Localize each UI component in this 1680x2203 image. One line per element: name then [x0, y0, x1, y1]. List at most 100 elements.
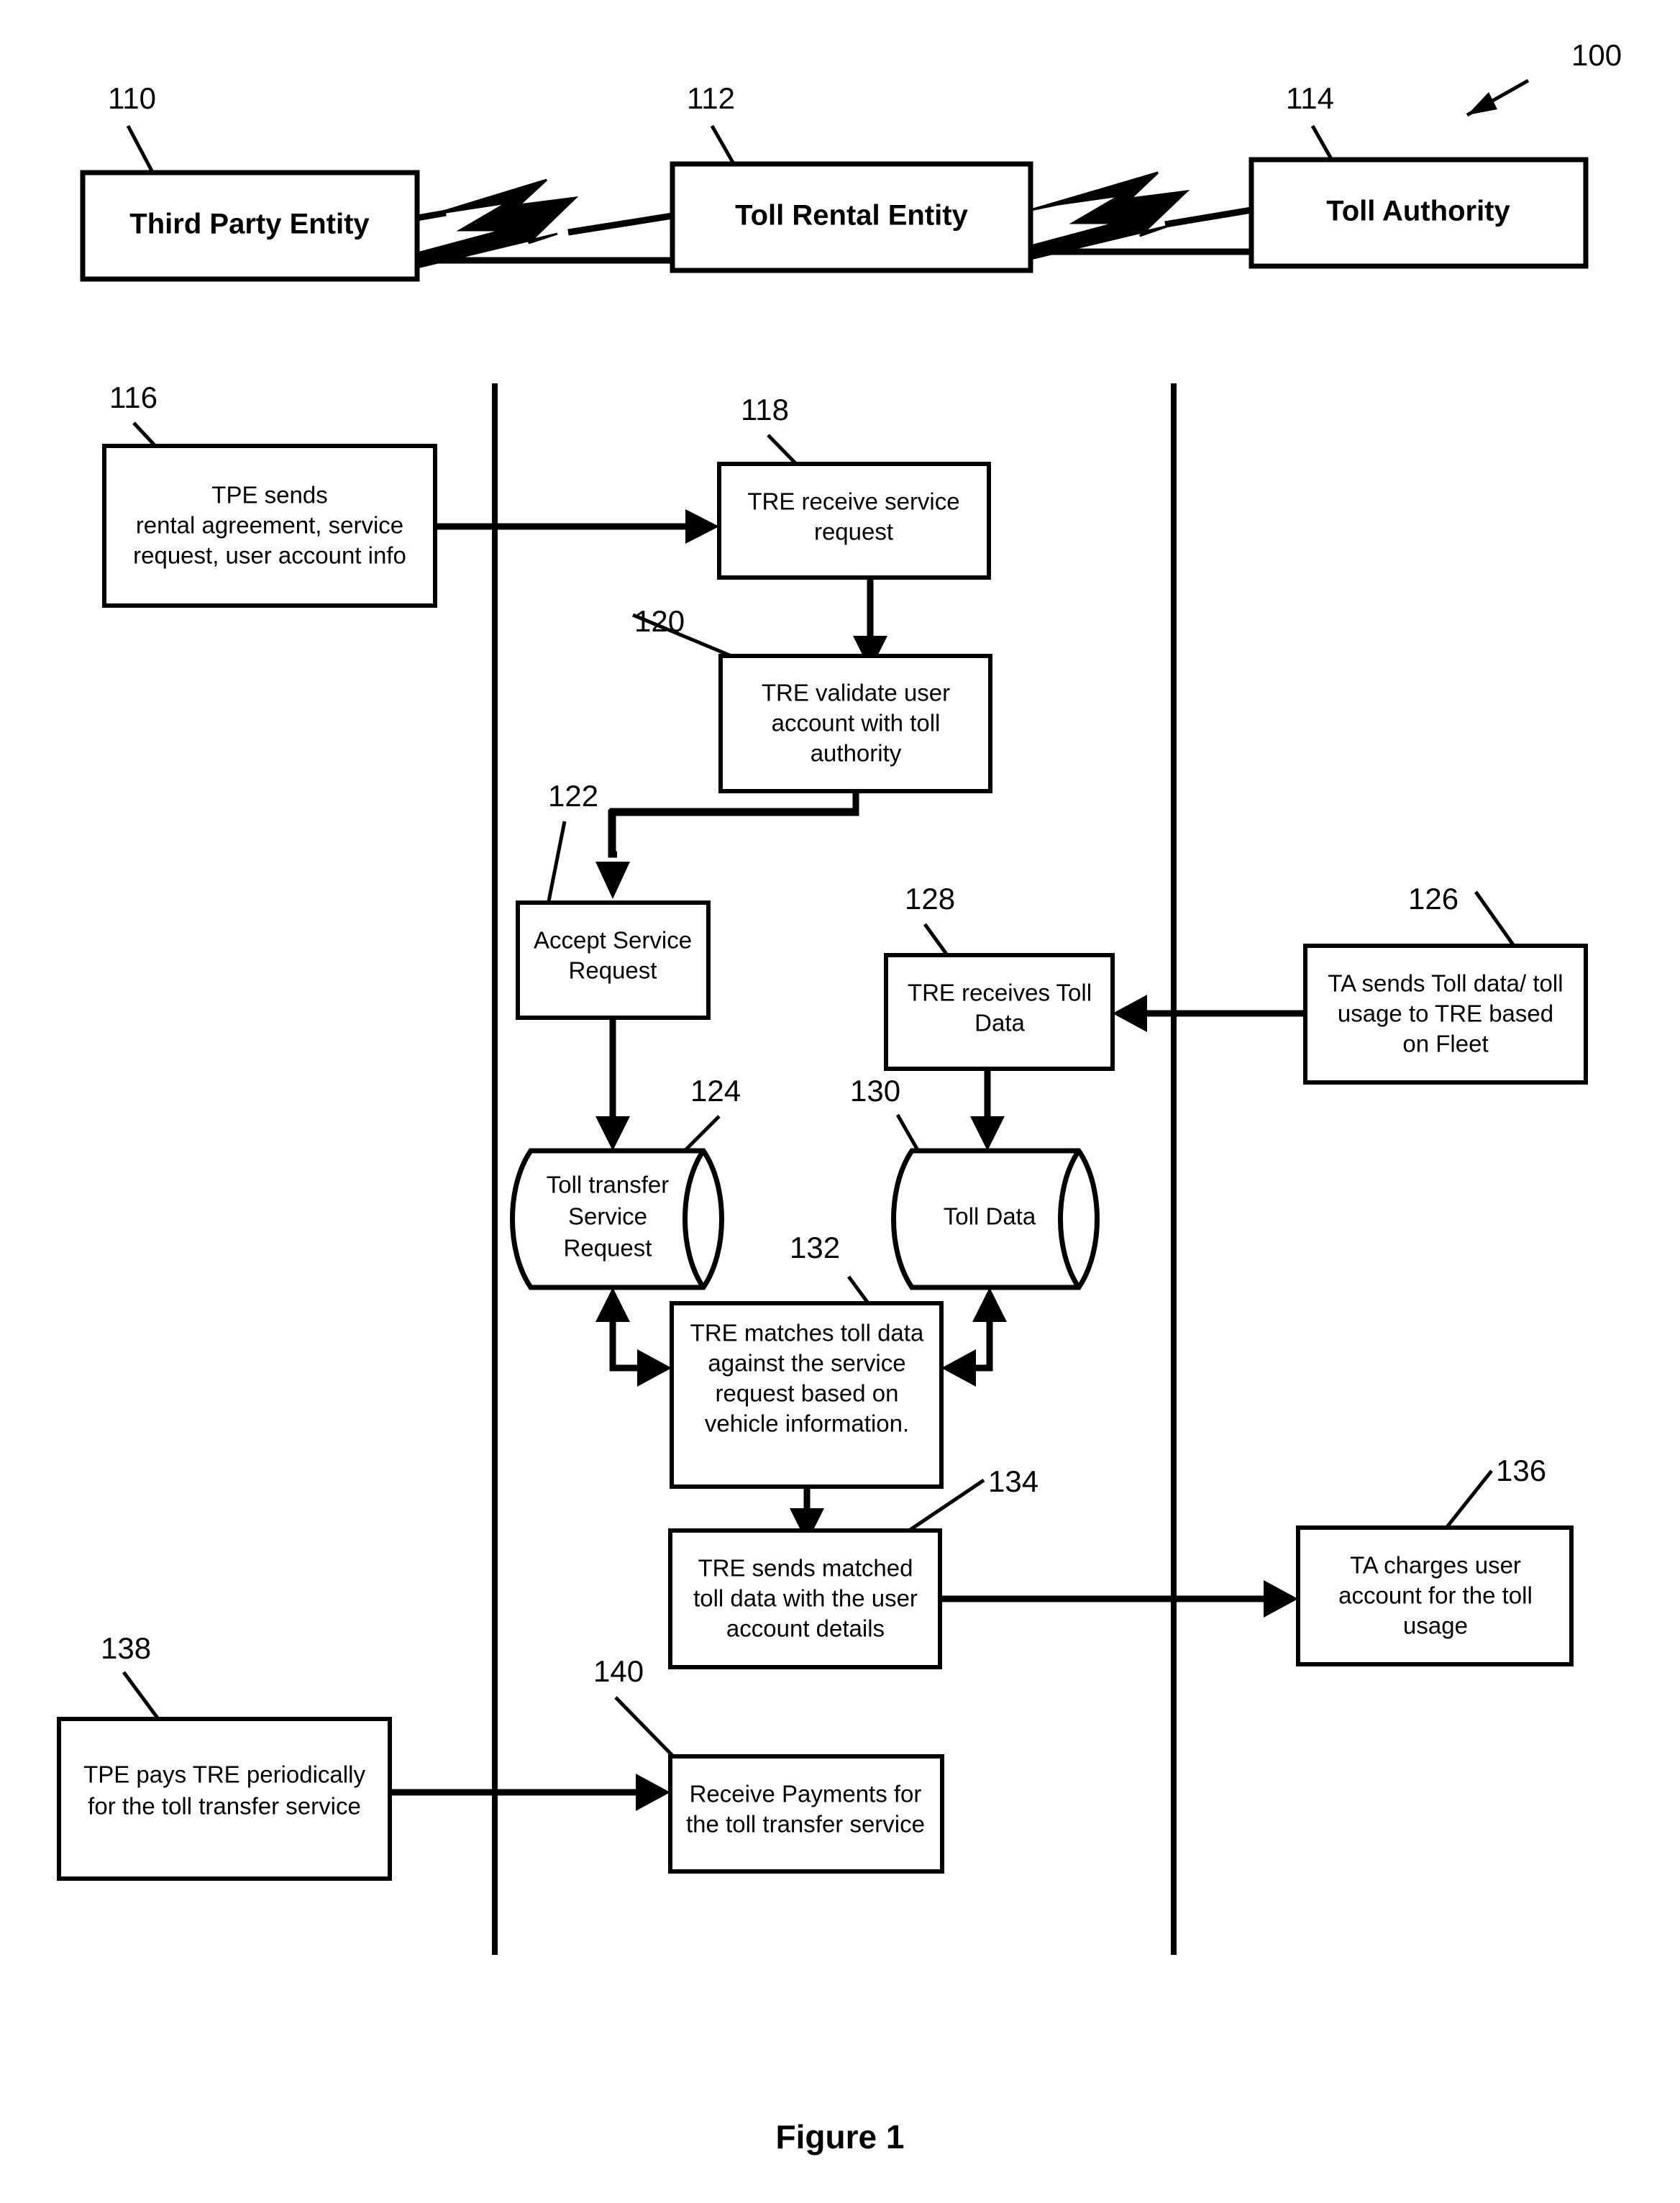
datastore-124-line-2: Request	[564, 1235, 652, 1262]
step-134-line-2: account details	[726, 1615, 885, 1642]
datastore-124-line-1: Service	[568, 1203, 647, 1230]
step-120-line-0: TRE validate user	[762, 680, 950, 706]
ref-label-136: 136	[1496, 1454, 1546, 1487]
ref-label-100: 100	[1571, 38, 1622, 72]
step-122-line-0: Accept Service	[534, 927, 692, 954]
ref-label-128: 128	[905, 882, 955, 916]
step-138-line-1: for the toll transfer service	[88, 1793, 361, 1820]
ref-label-124: 124	[690, 1074, 741, 1108]
link-130-132	[941, 1287, 1007, 1387]
step-118-line-0: TRE receive service	[747, 488, 959, 515]
ref-label-116: 116	[109, 380, 158, 414]
step-136[interactable]: 136 TA charges user account for the toll…	[1296, 1454, 1574, 1666]
link-124-132-head-right	[637, 1349, 672, 1387]
ref-label-126: 126	[1408, 882, 1458, 916]
step-120[interactable]: 120 TRE validate user account with toll …	[632, 604, 992, 793]
arrow-120-122-path	[608, 791, 859, 858]
step-116[interactable]: 116 TPE sends rental agreement, service …	[102, 380, 437, 608]
step-132-line-0: TRE matches toll data	[690, 1320, 924, 1346]
step-126-line-2: on Fleet	[1402, 1031, 1488, 1057]
step-128-line-0: TRE receives Toll	[908, 980, 1092, 1006]
arrow-128-130-head	[970, 1116, 1005, 1151]
step-140-line-0: Receive Payments for	[690, 1781, 922, 1807]
arrow-122-124-head	[595, 1116, 630, 1151]
ref-label-134: 134	[988, 1464, 1038, 1498]
ref-140-leader	[614, 1696, 679, 1762]
step-136-line-2: usage	[1403, 1613, 1468, 1639]
arrow-116-118-head	[685, 509, 719, 544]
step-132-line-3: vehicle information.	[705, 1410, 909, 1437]
figure-caption: Figure 1	[776, 2118, 905, 2156]
datastore-130-line-0: Toll Data	[944, 1203, 1036, 1230]
step-120-line-2: authority	[811, 740, 902, 767]
arrow-138-140-head	[636, 1774, 670, 1811]
step-126-line-0: TA sends Toll data/ toll	[1328, 970, 1563, 997]
flow-diagram-canvas: 100 110 Third Party Entity 112 Toll Rent…	[57, 38, 1622, 2156]
ref-label-130: 130	[850, 1074, 900, 1108]
step-128-line-1: Data	[974, 1010, 1025, 1036]
arrow-126-128-head	[1113, 995, 1147, 1032]
entity-label-112: Toll Rental Entity	[735, 200, 968, 232]
lightning-connector-tpe-tre	[416, 178, 673, 269]
ref-label-114: 114	[1286, 81, 1334, 115]
arrow-116-to-118	[435, 509, 719, 544]
step-118-line-1: request	[814, 519, 893, 545]
arrow-128-to-130	[970, 1069, 1005, 1151]
step-116-line-0: TPE sends	[211, 482, 327, 508]
arrow-120-122-head	[595, 862, 630, 899]
step-128[interactable]: 128 TRE receives Toll Data	[884, 882, 1115, 1071]
ref-label-140: 140	[593, 1654, 644, 1688]
step-136-line-0: TA charges user	[1350, 1552, 1521, 1579]
arrow-138-to-140	[390, 1774, 670, 1811]
ref-128-leader	[923, 923, 951, 959]
ref-122-leader	[546, 821, 567, 906]
lightning-connector-tre-ta	[1029, 171, 1252, 260]
step-126-line-1: usage to TRE based	[1338, 1000, 1553, 1027]
ref-110-leader	[126, 124, 157, 178]
link-124-132	[595, 1287, 672, 1387]
step-134-line-0: TRE sends matched	[698, 1555, 913, 1582]
step-134[interactable]: 134 TRE sends matched toll data with the…	[668, 1464, 1038, 1669]
lightning-bolt-icon-right	[1029, 171, 1190, 260]
connector-stub-tre-left	[567, 212, 673, 236]
link-130-132-head-up	[972, 1287, 1007, 1322]
ref-118-leader	[767, 434, 800, 467]
arrow-126-to-128	[1113, 995, 1305, 1032]
arrow-120-122-path2	[609, 791, 859, 856]
patent-figure: 100 110 Third Party Entity 112 Toll Rent…	[0, 0, 1680, 2203]
ref-label-122: 122	[548, 779, 598, 813]
step-122-line-1: Request	[569, 957, 657, 984]
step-140[interactable]: 140 Receive Payments for the toll transf…	[593, 1654, 944, 1874]
ref-100-arrowhead	[1467, 92, 1497, 115]
step-138[interactable]: 138 TPE pays TRE periodically for the to…	[57, 1631, 392, 1881]
ref-label-110: 110	[108, 81, 156, 115]
step-132-line-2: request based on	[715, 1380, 898, 1407]
ref-126-leader	[1474, 890, 1520, 952]
step-126[interactable]: 126 TA sends Toll data/ toll usage to TR…	[1303, 882, 1588, 1085]
step-120-line-1: account with toll	[772, 710, 941, 736]
entity-third-party[interactable]: 110 Third Party Entity	[80, 81, 420, 282]
entity-label-114: Toll Authority	[1326, 196, 1510, 227]
arrow-134-to-136	[940, 1580, 1298, 1618]
step-136-line-1: account for the toll	[1338, 1582, 1533, 1609]
connector-stub-tpe	[416, 209, 447, 222]
link-130-132-head-left	[941, 1349, 976, 1387]
overall-ref-100: 100	[1466, 38, 1622, 117]
entity-label-110: Third Party Entity	[129, 209, 370, 240]
datastore-130[interactable]: 130 Toll Data	[850, 1074, 1100, 1290]
arrow-120-to-122	[595, 791, 859, 899]
entity-toll-authority[interactable]: 114 Toll Authority	[1248, 81, 1589, 269]
step-116-line-2: request, user account info	[133, 542, 406, 569]
step-118[interactable]: 118 TRE receive service request	[717, 393, 991, 580]
ref-label-118: 118	[741, 393, 789, 427]
datastore-124[interactable]: 124 Toll transfer Service Request	[510, 1074, 741, 1290]
step-134-line-1: toll data with the user	[693, 1585, 918, 1612]
lightning-bolt-icon-left	[416, 178, 579, 269]
arrow-122-to-124	[595, 1018, 630, 1151]
ref-label-132: 132	[790, 1231, 840, 1264]
ref-124-leader	[683, 1115, 721, 1152]
step-132-line-1: against the service	[708, 1350, 905, 1377]
connector-stub-ta-left	[1164, 206, 1252, 228]
step-116-line-1: rental agreement, service	[136, 512, 403, 539]
entity-toll-rental[interactable]: 112 Toll Rental Entity	[670, 81, 1033, 273]
